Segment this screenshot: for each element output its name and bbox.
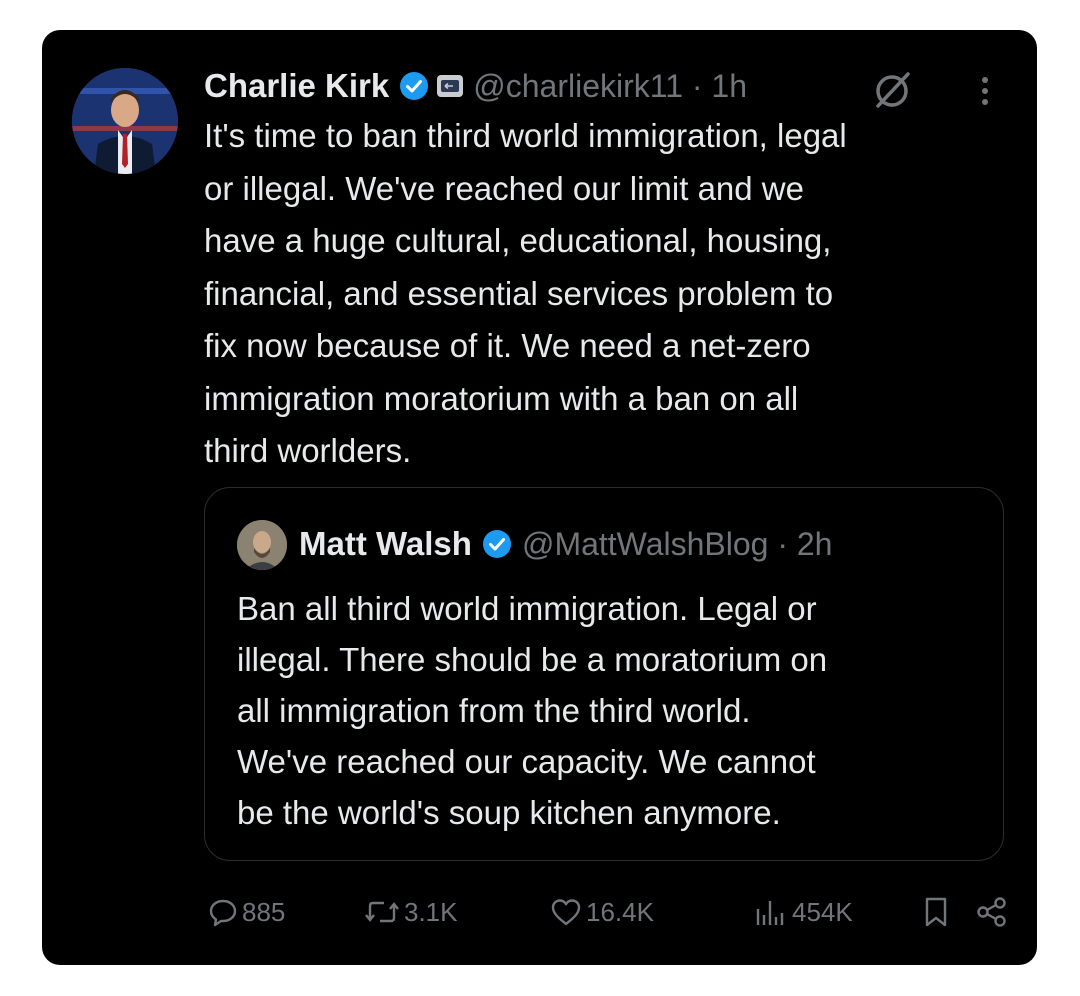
repost-icon — [364, 897, 400, 927]
quoted-author-name[interactable]: Matt Walsh — [299, 525, 472, 563]
verified-badge-icon — [482, 529, 512, 559]
quoted-author-avatar[interactable] — [237, 520, 287, 570]
quoted-tweet-header: Matt Walsh @MattWalshBlog · 2h — [299, 522, 832, 566]
quoted-tweet[interactable]: Matt Walsh @MattWalshBlog · 2h Ban all t… — [204, 487, 1004, 861]
tweet-actions: 885 3.1K 16.4K 454K — [204, 890, 1006, 934]
author-name[interactable]: Charlie Kirk — [204, 67, 389, 105]
reply-icon — [208, 897, 238, 927]
reply-count: 885 — [242, 896, 286, 927]
tweet-header: Charlie Kirk @charliekirk11 · 1h — [204, 64, 747, 108]
repost-button[interactable]: 3.1K — [360, 890, 458, 934]
more-icon[interactable] — [978, 74, 992, 108]
views-button[interactable]: 454K — [748, 890, 853, 934]
bookmark-button[interactable] — [918, 890, 950, 934]
verified-badge-icon — [399, 71, 429, 101]
reply-button[interactable]: 885 — [204, 890, 285, 934]
grok-icon[interactable] — [870, 70, 914, 110]
like-icon — [550, 897, 582, 927]
like-count: 16.4K — [586, 896, 654, 927]
affiliate-badge-icon[interactable] — [437, 75, 464, 97]
quoted-tweet-text: Ban all third world immigration. Legal o… — [237, 590, 828, 831]
share-button[interactable] — [972, 890, 1008, 934]
bookmark-icon — [922, 896, 950, 928]
share-icon — [976, 896, 1008, 928]
repost-count: 3.1K — [404, 896, 458, 927]
views-icon — [752, 897, 788, 927]
author-avatar[interactable] — [72, 68, 178, 174]
author-handle-time[interactable]: @charliekirk11 · 1h — [473, 68, 747, 105]
tweet-text: It's time to ban third world immigration… — [204, 117, 847, 469]
tweet-card[interactable]: Charlie Kirk @charliekirk11 · 1h It's ti… — [42, 30, 1037, 965]
like-button[interactable]: 16.4K — [546, 890, 654, 934]
quoted-author-handle-time[interactable]: @MattWalshBlog · 2h — [522, 526, 833, 563]
views-count: 454K — [792, 896, 853, 927]
